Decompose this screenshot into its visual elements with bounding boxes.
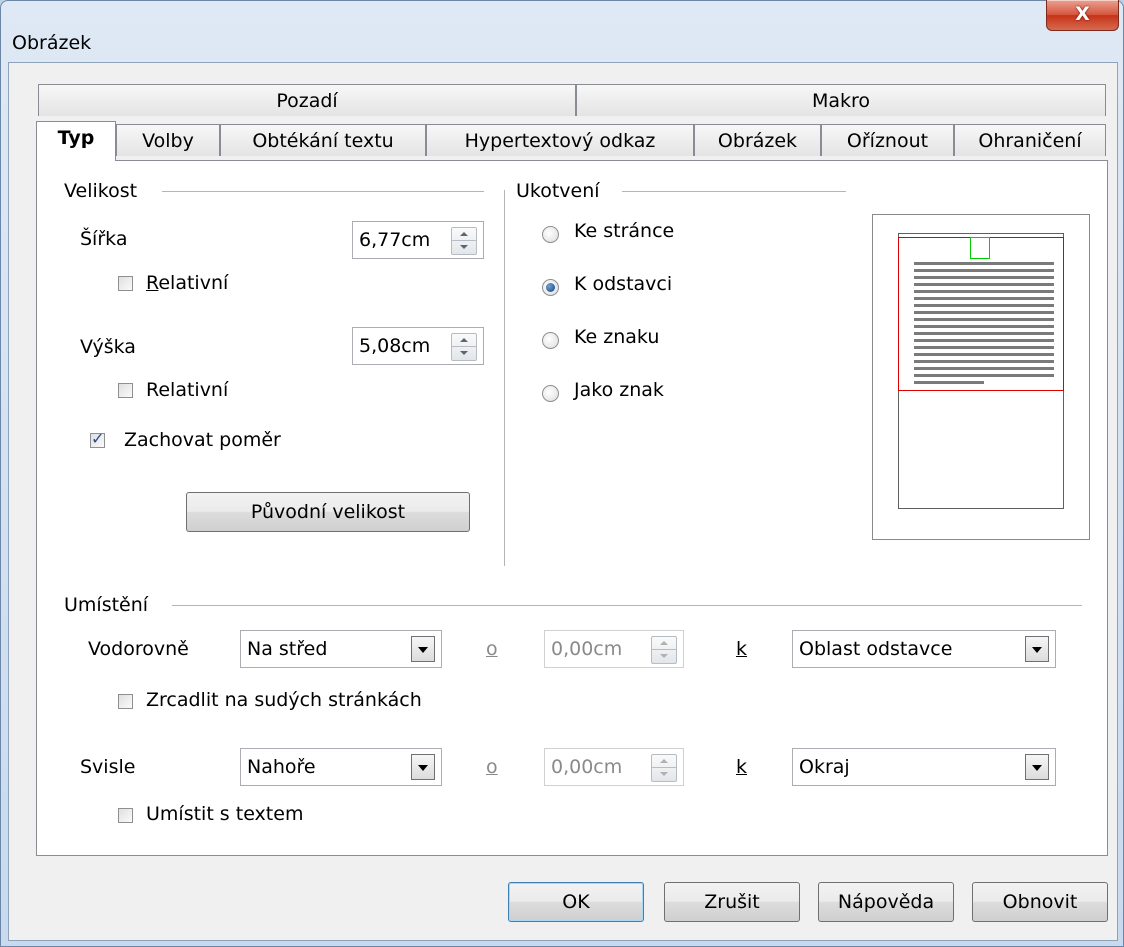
vertical-offset-arrows[interactable]	[651, 754, 677, 782]
anchor-char-label: Ke znaku	[574, 326, 660, 348]
position-section-header: Umístění	[64, 594, 149, 616]
chevron-down-icon[interactable]	[411, 636, 435, 662]
size-section-rule	[162, 191, 484, 192]
tab-wrap[interactable]: Obtékání textu	[220, 124, 426, 156]
tab-type[interactable]: Typ	[36, 121, 116, 161]
horizontal-to-select[interactable]: Oblast odstavce	[792, 630, 1056, 668]
keep-ratio-checkbox[interactable]	[90, 429, 105, 448]
follow-text-checkbox[interactable]	[118, 808, 133, 823]
section-divider	[504, 190, 505, 566]
relative-width-label: Relativní	[146, 272, 229, 294]
height-spinbox[interactable]: 5,08cm	[352, 327, 484, 365]
relative-height-checkbox[interactable]	[118, 383, 133, 398]
spin-up-icon	[660, 759, 668, 763]
preview-text-lines	[914, 262, 1054, 384]
chevron-down-icon[interactable]	[1025, 754, 1049, 780]
close-icon: X	[1075, 3, 1090, 25]
horizontal-to-label: k	[736, 638, 748, 660]
mirror-checkbox[interactable]	[118, 694, 133, 709]
anchor-page-radio[interactable]	[542, 226, 559, 243]
anchor-char-radio[interactable]	[542, 332, 559, 349]
relative-width-checkbox[interactable]	[118, 276, 133, 291]
vertical-to-label: k	[736, 756, 748, 778]
vertical-select[interactable]: Nahoře	[240, 748, 442, 786]
chevron-down-icon[interactable]	[1025, 636, 1049, 662]
horizontal-select[interactable]: Na střed	[240, 630, 442, 668]
anchor-as-char-radio[interactable]	[542, 385, 559, 402]
height-label: Výška	[80, 336, 136, 358]
tab-hyperlink[interactable]: Hypertextový odkaz	[426, 124, 694, 156]
width-spinbox[interactable]: 6,77cm	[352, 221, 484, 259]
vertical-select-value: Nahoře	[247, 756, 316, 778]
horizontal-offset-value: 0,00cm	[551, 638, 623, 660]
position-section-rule	[172, 605, 1082, 606]
relative-height-label: Relativní	[146, 379, 229, 401]
spin-up-icon	[660, 641, 668, 645]
horizontal-offset-arrows[interactable]	[651, 636, 677, 664]
width-value: 6,77cm	[359, 229, 431, 251]
window-title: Obrázek	[12, 32, 92, 54]
vertical-label: Svisle	[80, 756, 136, 778]
spin-up-icon	[460, 338, 468, 342]
spin-down-icon	[660, 772, 668, 776]
ok-button[interactable]: OK	[508, 882, 644, 922]
anchor-page-label: Ke stránce	[574, 220, 675, 242]
tab-macro[interactable]: Makro	[576, 84, 1106, 116]
tab-options[interactable]: Volby	[116, 124, 220, 156]
vertical-offset-spinbox[interactable]: 0,00cm	[544, 748, 684, 786]
horizontal-label: Vodorovně	[88, 638, 189, 660]
anchor-paragraph-radio[interactable]	[542, 279, 559, 296]
preview-object	[970, 237, 990, 259]
horizontal-to-value: Oblast odstavce	[799, 638, 953, 660]
size-section-header: Velikost	[64, 180, 138, 202]
mirror-label: Zrcadlit na sudých stránkách	[146, 689, 422, 711]
horizontal-select-value: Na střed	[247, 638, 328, 660]
width-label: Šířka	[80, 228, 128, 250]
vertical-by-label: o	[486, 756, 498, 778]
vertical-offset-value: 0,00cm	[551, 756, 623, 778]
height-spin-arrows[interactable]	[451, 333, 477, 361]
tab-crop[interactable]: Oříznout	[821, 124, 954, 156]
tab-borders[interactable]: Ohraničení	[954, 124, 1106, 156]
anchor-as-char-label: Jako znak	[574, 379, 664, 401]
close-button[interactable]: X	[1046, 0, 1119, 31]
chevron-down-icon[interactable]	[411, 754, 435, 780]
follow-text-label: Umístit s textem	[146, 803, 304, 825]
horizontal-offset-spinbox[interactable]: 0,00cm	[544, 630, 684, 668]
horizontal-by-label: o	[486, 638, 498, 660]
spin-up-icon	[460, 232, 468, 236]
tab-background[interactable]: Pozadí	[38, 84, 576, 116]
anchor-section-header: Ukotvení	[516, 180, 600, 202]
spin-down-icon	[460, 351, 468, 355]
help-button[interactable]: Nápověda	[818, 882, 954, 922]
anchor-paragraph-label: K odstavci	[574, 273, 673, 295]
spin-down-icon	[660, 654, 668, 658]
keep-ratio-label: Zachovat poměr	[124, 429, 281, 451]
vertical-to-value: Okraj	[799, 756, 850, 778]
tab-image[interactable]: Obrázek	[694, 124, 821, 156]
width-spin-arrows[interactable]	[451, 227, 477, 255]
anchor-section-rule	[622, 191, 846, 192]
original-size-button[interactable]: Původní velikost	[186, 492, 470, 532]
height-value: 5,08cm	[359, 335, 431, 357]
reset-button[interactable]: Obnovit	[972, 882, 1108, 922]
spin-down-icon	[460, 245, 468, 249]
cancel-button[interactable]: Zrušit	[664, 882, 800, 922]
vertical-to-select[interactable]: Okraj	[792, 748, 1056, 786]
